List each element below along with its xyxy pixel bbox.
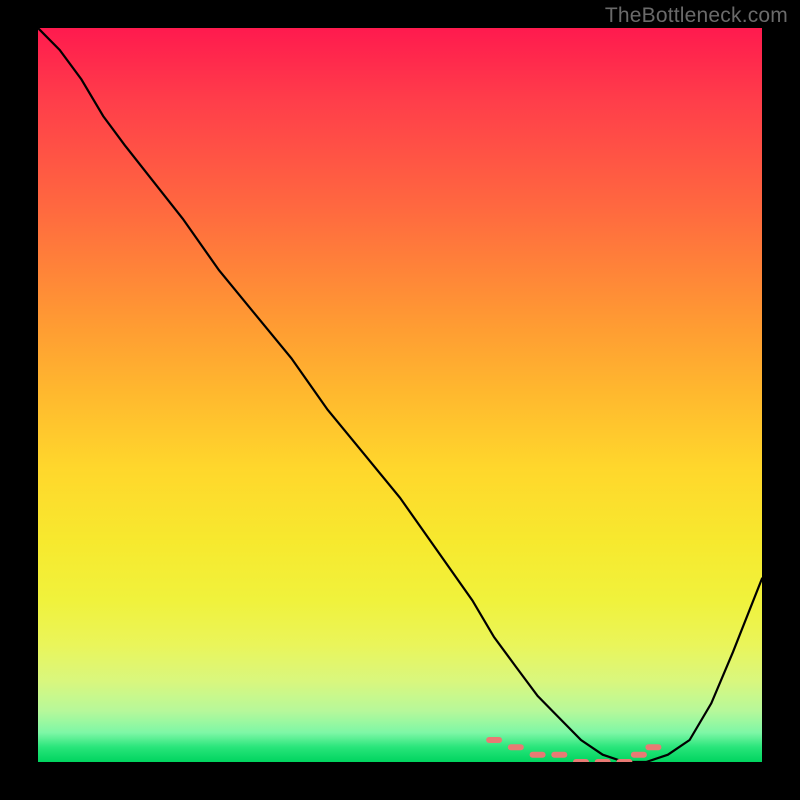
optimal-range-markers bbox=[489, 740, 658, 762]
chart-frame: TheBottleneck.com bbox=[0, 0, 800, 800]
chart-svg bbox=[38, 28, 762, 762]
bottleneck-curve bbox=[38, 28, 762, 762]
attribution-text: TheBottleneck.com bbox=[605, 4, 788, 28]
plot-area bbox=[38, 28, 762, 762]
